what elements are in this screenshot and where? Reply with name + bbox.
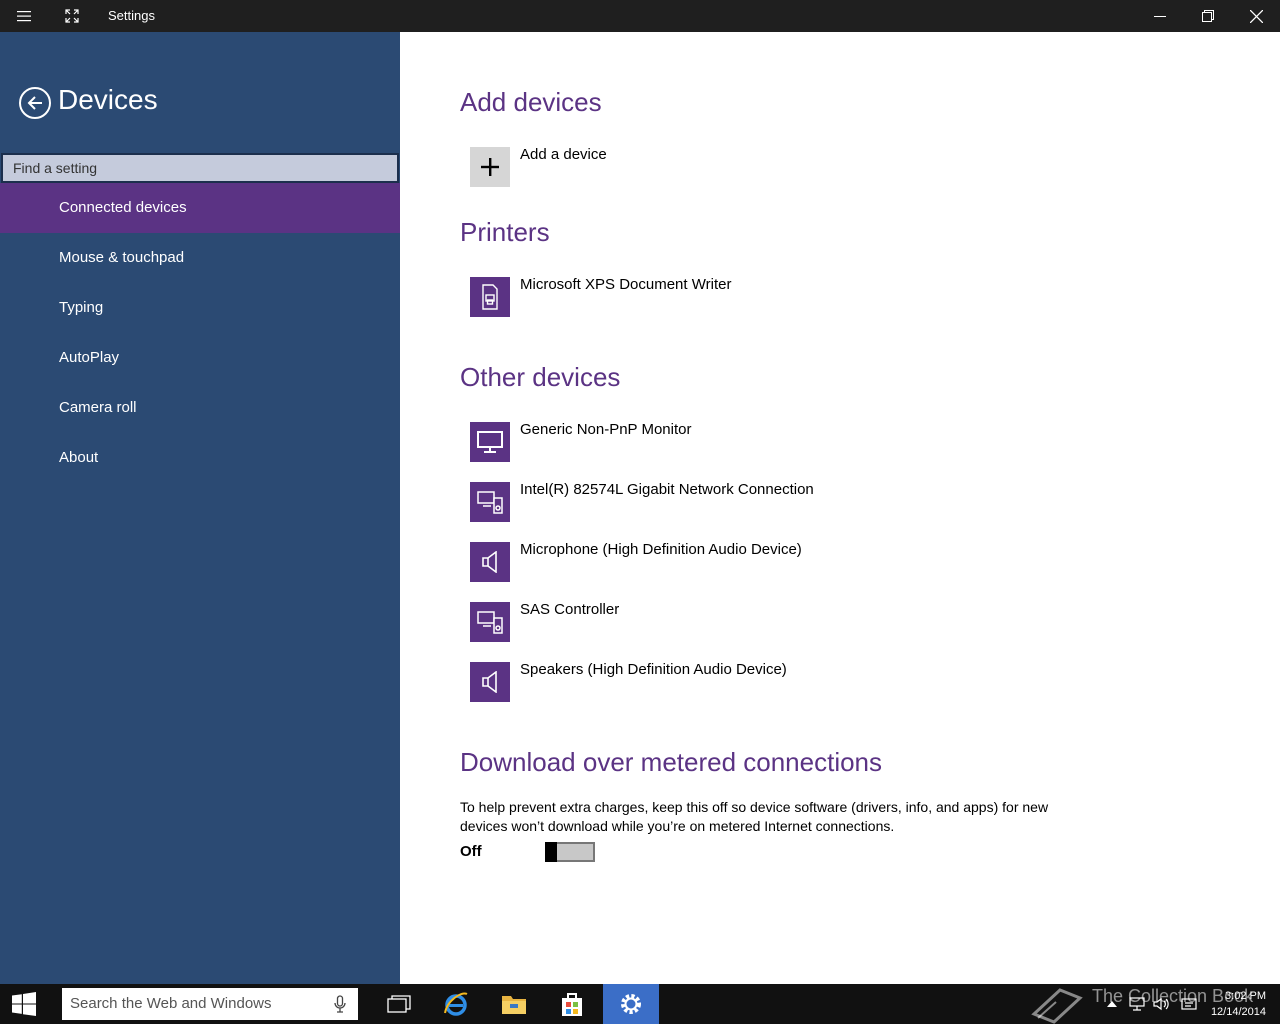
other-devices-heading: Other devices bbox=[460, 362, 621, 392]
plus-icon bbox=[470, 147, 510, 187]
device-item[interactable]: SAS Controller bbox=[470, 601, 1170, 642]
main-content: Add devices Add a device Printers Micros… bbox=[400, 32, 1280, 984]
network-icon[interactable] bbox=[1126, 984, 1148, 1024]
generic-device-icon bbox=[470, 602, 510, 642]
windows-start-icon[interactable] bbox=[0, 984, 48, 1024]
volume-icon[interactable] bbox=[1150, 984, 1174, 1024]
printers-heading: Printers bbox=[460, 217, 550, 247]
minimize-icon[interactable] bbox=[1136, 0, 1184, 32]
task-view-icon[interactable] bbox=[371, 984, 427, 1024]
clock-date: 12/14/2014 bbox=[1210, 1006, 1266, 1018]
settings-gear-icon[interactable] bbox=[603, 984, 659, 1024]
title-bar: Settings bbox=[0, 0, 1280, 32]
fullscreen-icon[interactable] bbox=[56, 0, 88, 32]
device-item[interactable]: Microphone (High Definition Audio Device… bbox=[470, 541, 1170, 582]
sidebar-item-about[interactable]: About bbox=[0, 433, 400, 483]
speaker-icon bbox=[470, 542, 510, 582]
taskbar: Search the Web and Windows The Collectio… bbox=[0, 984, 1280, 1024]
system-clock[interactable]: 3:02 PM 12/14/2014 bbox=[1211, 988, 1266, 1020]
metered-heading: Download over metered connections bbox=[460, 747, 883, 777]
book-watermark-icon bbox=[1030, 984, 1084, 1024]
device-label: Microphone (High Definition Audio Device… bbox=[520, 541, 802, 558]
device-item[interactable]: Microsoft XPS Document Writer bbox=[470, 276, 1170, 317]
device-label: SAS Controller bbox=[520, 601, 620, 618]
window-title: Settings bbox=[108, 8, 155, 23]
close-icon[interactable] bbox=[1232, 0, 1280, 32]
device-item[interactable]: Generic Non-PnP Monitor bbox=[470, 421, 1170, 462]
show-hidden-icons-icon[interactable] bbox=[1104, 984, 1120, 1024]
device-label: Generic Non-PnP Monitor bbox=[520, 421, 692, 438]
toggle-knob bbox=[545, 842, 557, 862]
sidebar-item-camera-roll[interactable]: Camera roll bbox=[0, 383, 400, 433]
device-label: Intel(R) 82574L Gigabit Network Connecti… bbox=[520, 481, 814, 498]
generic-device-icon bbox=[470, 482, 510, 522]
monitor-icon bbox=[470, 422, 510, 462]
back-arrow-icon[interactable] bbox=[19, 87, 51, 119]
metered-description: To help prevent extra charges, keep this… bbox=[460, 799, 1049, 834]
metered-toggle-switch[interactable] bbox=[545, 842, 595, 862]
sidebar-item-autoplay[interactable]: AutoPlay bbox=[0, 333, 400, 383]
device-label: Microsoft XPS Document Writer bbox=[520, 276, 732, 293]
printer-icon bbox=[470, 277, 510, 317]
page-title: Devices bbox=[58, 84, 158, 115]
speaker-icon bbox=[470, 662, 510, 702]
add-device-button[interactable]: Add a device bbox=[470, 146, 1170, 187]
microphone-icon[interactable] bbox=[334, 995, 346, 1018]
file-explorer-icon[interactable] bbox=[486, 984, 542, 1024]
toggle-state-label: Off bbox=[460, 843, 482, 860]
clock-time: 3:02 PM bbox=[1225, 990, 1266, 1002]
device-item[interactable]: Intel(R) 82574L Gigabit Network Connecti… bbox=[470, 481, 1170, 522]
add-devices-heading: Add devices bbox=[460, 87, 602, 117]
device-label: Speakers (High Definition Audio Device) bbox=[520, 661, 787, 678]
hamburger-icon[interactable] bbox=[8, 0, 40, 32]
sidebar-item-mouse-touchpad[interactable]: Mouse & touchpad bbox=[0, 233, 400, 283]
sidebar-item-typing[interactable]: Typing bbox=[0, 283, 400, 333]
taskbar-search-input[interactable]: Search the Web and Windows bbox=[62, 988, 358, 1020]
sidebar-nav: Connected devices Mouse & touchpad Typin… bbox=[0, 183, 400, 483]
internet-explorer-icon[interactable] bbox=[428, 984, 484, 1024]
device-item[interactable]: Speakers (High Definition Audio Device) bbox=[470, 661, 1170, 702]
action-center-icon[interactable] bbox=[1178, 984, 1200, 1024]
add-device-label: Add a device bbox=[520, 146, 607, 163]
store-icon[interactable] bbox=[544, 984, 600, 1024]
restore-icon[interactable] bbox=[1184, 0, 1232, 32]
find-setting-input[interactable]: Find a setting bbox=[1, 153, 399, 183]
sidebar-item-connected-devices[interactable]: Connected devices bbox=[0, 183, 400, 233]
sidebar: Devices Find a setting Connected devices… bbox=[0, 32, 400, 984]
